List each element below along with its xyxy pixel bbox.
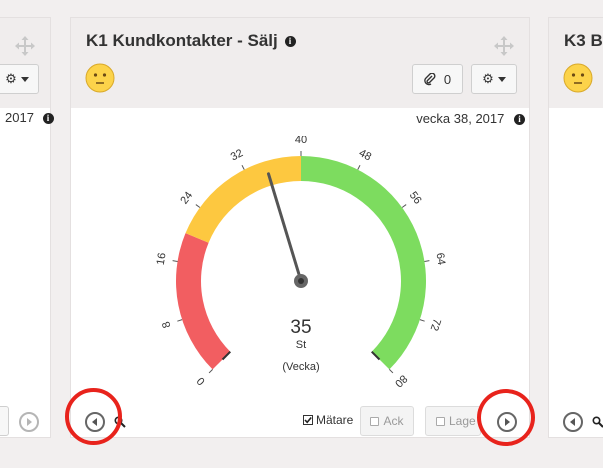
checkbox-icon — [436, 416, 445, 426]
gauge-tick-label: 80 — [392, 372, 409, 389]
gears-icon: ⚙ — [5, 71, 17, 86]
gauge-tick-label: 72 — [428, 317, 443, 332]
gauge-value: 35 — [290, 317, 311, 338]
gauge-tick-label: 64 — [433, 252, 447, 266]
matare-toggle[interactable]: Mätare — [303, 413, 353, 427]
neutral-smiley-icon — [563, 63, 593, 93]
gauge-tick-mark — [172, 260, 178, 262]
view-toggle-button[interactable] — [0, 406, 9, 436]
gauge-tick-label: 0 — [195, 374, 208, 387]
gauge-needle — [266, 172, 303, 283]
gauge-unit: St — [296, 339, 306, 351]
gauge-band-0 — [175, 233, 231, 370]
date-label: 2017 i — [5, 110, 54, 125]
gauge-tick-mark — [241, 164, 245, 170]
gauge-tick-label: 40 — [295, 136, 307, 146]
gauge-tick-mark — [195, 204, 201, 208]
gauge-tick-label: 24 — [178, 190, 195, 207]
gauge-band-2 — [301, 156, 426, 370]
circle-left-icon — [570, 418, 575, 426]
settings-button[interactable]: ⚙ — [0, 64, 39, 94]
attachments-button[interactable]: 0 — [412, 64, 463, 94]
card-title: K3 Be — [564, 31, 603, 50]
move-icon[interactable] — [494, 36, 514, 56]
highlight-ring-prev — [65, 388, 122, 445]
gears-icon: ⚙ — [482, 71, 494, 86]
gauge-tick-label: 8 — [160, 320, 173, 330]
main-card: K1 Kundkontakter - Sälj i 0 ⚙ vecka 38, … — [70, 17, 530, 438]
move-icon[interactable] — [15, 36, 35, 56]
neutral-smiley-icon — [85, 63, 115, 93]
paperclip-icon — [424, 72, 436, 85]
date-label: vecka 38, 2017 i — [416, 111, 525, 126]
gauge-tick-mark — [401, 204, 407, 208]
gauge-band-1 — [185, 156, 301, 243]
gauge-tick-mark — [419, 319, 425, 322]
checkbox-checked-icon — [303, 415, 313, 425]
left-card: ⚙ 2017 i — [0, 17, 54, 438]
card-title: K1 Kundkontakter - Sälj i — [86, 31, 296, 51]
settings-button[interactable]: ⚙ — [471, 64, 517, 94]
left-card-header — [0, 18, 50, 108]
gauge-tick-label: 56 — [407, 190, 424, 207]
attachments-count: 0 — [443, 71, 452, 87]
gauge-tick-label: 32 — [229, 147, 245, 163]
highlight-ring-next — [477, 389, 535, 446]
caret-down-icon — [20, 76, 29, 82]
gauge-tick-label: 48 — [357, 147, 373, 163]
gauge-tick-mark — [389, 369, 394, 374]
right-card: K3 Be — [548, 17, 603, 438]
ack-label: Ack — [383, 414, 404, 428]
gauge-tick-label: 16 — [155, 252, 169, 266]
gauge-tick-mark — [177, 319, 183, 322]
info-icon[interactable]: i — [514, 114, 525, 126]
circle-right-icon — [27, 418, 32, 426]
lager-button[interactable]: Lage — [425, 406, 481, 436]
gauge-tick-mark — [424, 260, 430, 262]
lager-label: Lage — [449, 414, 476, 428]
info-icon[interactable]: i — [284, 36, 296, 48]
ack-button[interactable]: Ack — [360, 406, 414, 436]
gauge-tick-mark — [208, 369, 213, 374]
next-button[interactable] — [19, 412, 39, 432]
checkbox-icon — [370, 416, 380, 426]
caret-down-icon — [497, 76, 506, 82]
gauge-pivot-center — [298, 278, 304, 284]
matare-label: Mätare — [316, 413, 354, 427]
magnifier-icon[interactable] — [592, 416, 603, 428]
prev-button[interactable] — [563, 412, 583, 432]
info-icon[interactable]: i — [42, 113, 54, 125]
gauge-chart: 0 8 16 24 32 40 48 56 64 72 80 35 St (Vecka) — [155, 136, 447, 389]
gauge-period: (Vecka) — [282, 361, 319, 373]
gauge-tick-mark — [357, 164, 361, 170]
